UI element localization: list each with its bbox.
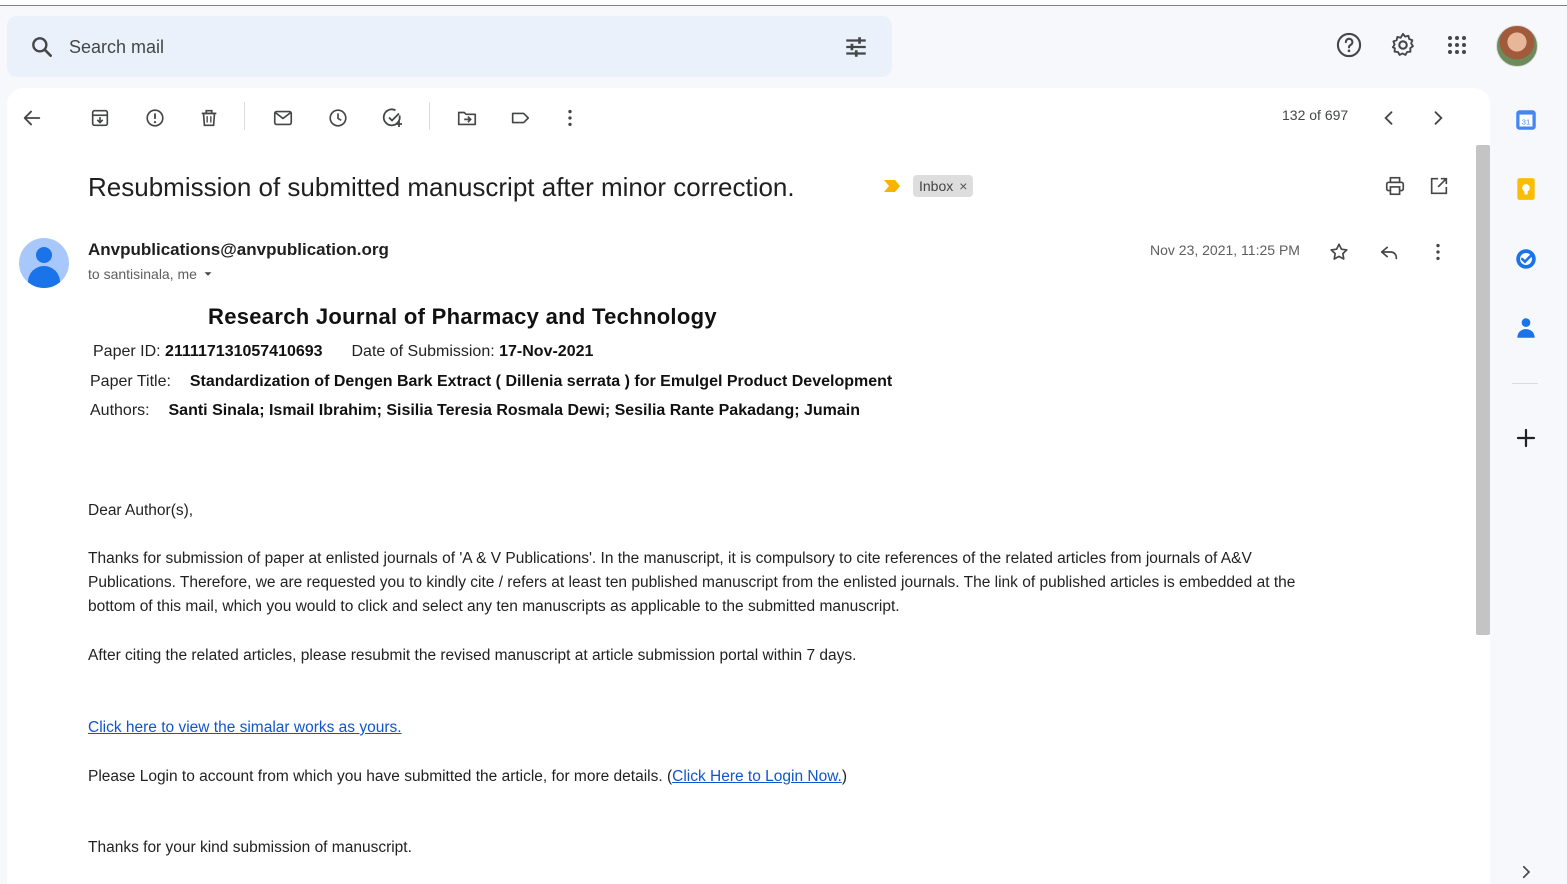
- message-subject: Resubmission of submitted manuscript aft…: [88, 172, 795, 202]
- expand-panel-icon[interactable]: [1511, 860, 1541, 884]
- message-panel: 132 of 697 Resubmission of submitted man…: [7, 88, 1490, 884]
- login-text: Please Login to account from which you h…: [88, 768, 673, 785]
- importance-marker-icon[interactable]: [883, 179, 901, 193]
- chevron-down-icon[interactable]: [201, 267, 215, 281]
- scrollbar[interactable]: [1476, 145, 1490, 635]
- archive-icon[interactable]: [86, 104, 114, 132]
- svg-text:31: 31: [1522, 117, 1530, 126]
- paragraph-1-line-2: Publications. Therefore, we are requeste…: [88, 574, 1296, 591]
- top-border: [0, 0, 1567, 6]
- paper-title-label: Paper Title:: [90, 373, 171, 390]
- login-link[interactable]: Click Here to Login Now.: [672, 768, 842, 785]
- calendar-icon[interactable]: 31: [1511, 105, 1541, 135]
- greeting: Dear Author(s),: [88, 502, 194, 519]
- paragraph-1-line-1: Thanks for submission of paper at enlist…: [88, 550, 1252, 567]
- newer-icon[interactable]: [1375, 104, 1403, 132]
- pager-count: 132 of 697: [1282, 107, 1349, 123]
- search-input[interactable]: [69, 32, 769, 62]
- paper-title-row: Paper Title: Standardization of Dengen B…: [90, 373, 892, 391]
- body-paragraph-2: After citing the related articles, pleas…: [88, 647, 857, 664]
- message-date: Nov 23, 2021, 11:25 PM: [1150, 242, 1300, 258]
- login-row: Please Login to account from which you h…: [88, 765, 847, 789]
- message-more-icon[interactable]: [1424, 238, 1452, 266]
- keep-icon[interactable]: [1511, 174, 1541, 204]
- login-close: ): [841, 768, 848, 785]
- rail-separator: [1512, 383, 1538, 384]
- apps-icon[interactable]: [1442, 30, 1472, 60]
- label-icon[interactable]: [506, 104, 534, 132]
- search-options-icon[interactable]: [842, 34, 870, 60]
- report-spam-icon[interactable]: [141, 104, 169, 132]
- search-icon[interactable]: [29, 34, 55, 60]
- authors-label: Authors:: [90, 402, 150, 419]
- add-to-tasks-icon[interactable]: [379, 104, 407, 132]
- submission-date: 17-Nov-2021: [499, 343, 594, 360]
- help-icon[interactable]: [1334, 30, 1364, 60]
- paragraph-1-line-3: bottom of this mail, which you would to …: [88, 598, 900, 615]
- paper-title-value: Standardization of Dengen Bark Extract (…: [189, 373, 893, 390]
- mark-unread-icon[interactable]: [269, 104, 297, 132]
- inbox-label-chip: Inbox ×: [913, 175, 974, 197]
- move-to-icon[interactable]: [453, 104, 481, 132]
- open-new-window-icon[interactable]: [1425, 172, 1453, 200]
- reply-icon[interactable]: [1375, 238, 1403, 266]
- paper-id-label: Paper ID:: [93, 343, 161, 360]
- journal-title: Research Journal of Pharmacy and Technol…: [208, 304, 717, 329]
- authors-value: Santi Sinala; Ismail Ibrahim; Sisilia Te…: [168, 402, 861, 419]
- similar-works-link[interactable]: Click here to view the simalar works as …: [88, 719, 402, 736]
- remove-label-icon[interactable]: ×: [959, 178, 967, 194]
- add-icon[interactable]: [1511, 423, 1541, 453]
- back-icon[interactable]: [18, 104, 46, 132]
- delete-icon[interactable]: [195, 104, 223, 132]
- star-icon[interactable]: [1325, 238, 1353, 266]
- older-icon[interactable]: [1424, 104, 1452, 132]
- search-bar[interactable]: [7, 16, 892, 77]
- sender-address[interactable]: Anvpublications@anvpublication.org: [88, 240, 389, 260]
- toolbar-separator: [429, 102, 430, 130]
- body-paragraph-1: Thanks for submission of paper at enlist…: [88, 547, 1295, 619]
- recipients-text: to santisinala, me: [88, 266, 197, 282]
- print-icon[interactable]: [1381, 172, 1409, 200]
- contacts-icon[interactable]: [1511, 313, 1541, 343]
- closing-text: Thanks for your kind submission of manus…: [88, 839, 412, 856]
- more-icon[interactable]: [556, 104, 584, 132]
- authors-row: Authors: Santi Sinala; Ismail Ibrahim; S…: [90, 402, 860, 420]
- tasks-icon[interactable]: [1511, 244, 1541, 274]
- snooze-icon[interactable]: [324, 104, 352, 132]
- inbox-label: Inbox: [919, 178, 954, 194]
- paper-id-value: 211117131057410693: [165, 343, 323, 360]
- toolbar-separator: [244, 102, 245, 130]
- similar-works-row: Click here to view the simalar works as …: [88, 716, 402, 740]
- sender-avatar: [19, 238, 69, 288]
- submission-label: Date of Submission:: [351, 343, 495, 360]
- account-avatar[interactable]: [1496, 25, 1538, 67]
- paper-id-row: Paper ID: 211117131057410693 Date of Sub…: [93, 343, 593, 361]
- recipients[interactable]: to santisinala, me: [88, 266, 215, 282]
- settings-icon[interactable]: [1388, 30, 1418, 60]
